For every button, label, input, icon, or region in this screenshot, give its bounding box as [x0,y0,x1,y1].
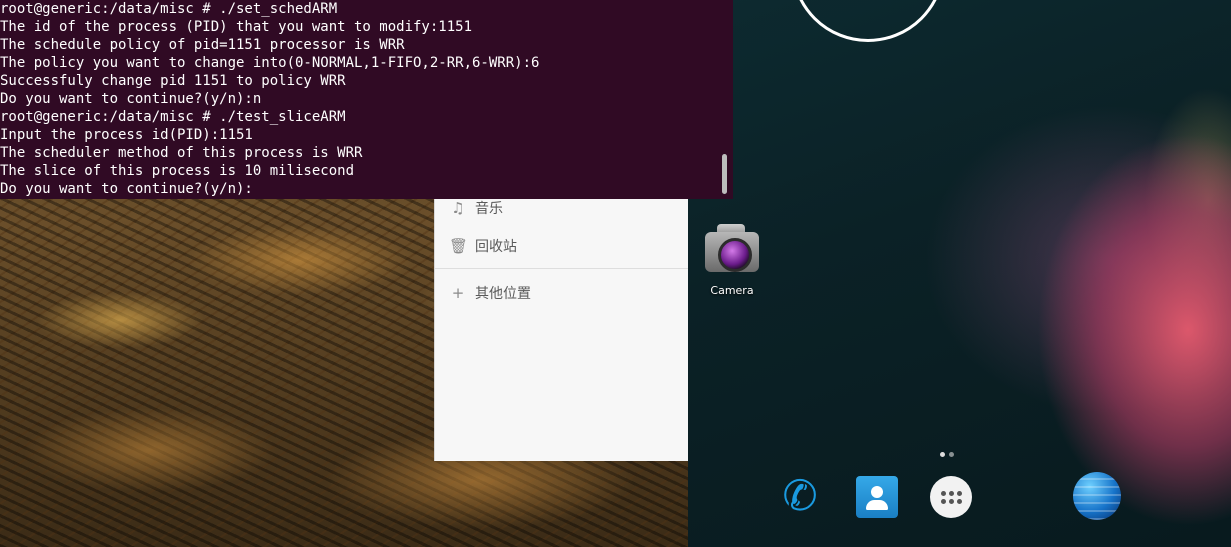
terminal-line: The scheduler method of this process is … [0,145,363,161]
page-indicator [940,452,954,457]
sidebar-divider [435,268,689,269]
browser-icon[interactable] [1073,472,1121,520]
terminal-line: Input the process id(PID):1151 [0,127,253,143]
camera-label: Camera [710,284,754,297]
contacts-icon[interactable] [856,476,898,518]
sidebar-item-trash[interactable]: 🗑 回收站 [449,234,517,258]
terminal-line: Successfuly change pid 1151 to policy WR… [0,73,346,89]
terminal-line: The id of the process (PID) that you wan… [0,19,473,35]
file-manager-sidebar: ♫ 音乐 🗑 回收站 + 其他位置 [434,180,689,461]
terminal-line: root@generic:/data/misc # ./test_sliceAR… [0,109,346,125]
sidebar-item-music[interactable]: ♫ 音乐 [449,196,503,220]
clock-widget[interactable] [791,0,945,42]
terminal-scrollbar[interactable] [722,154,727,194]
sidebar-item-label: 音乐 [475,201,503,217]
sidebar-item-label: 回收站 [475,239,517,255]
plus-icon: + [451,284,465,302]
music-note-icon: ♫ [451,199,465,217]
camera-app-shortcut[interactable]: Camera [700,222,764,297]
app-drawer-icon[interactable] [930,476,972,518]
terminal-line: Do you want to continue?(y/n): [0,181,253,197]
sidebar-item-other-locations[interactable]: + 其他位置 [449,281,531,305]
terminal-line: The policy you want to change into(0-NOR… [0,55,540,71]
camera-icon [703,222,761,276]
phone-icon[interactable]: ✆ [776,472,824,520]
trash-icon: 🗑 [449,237,469,255]
terminal-line: The schedule policy of pid=1151 processo… [0,37,405,53]
android-emulator-screen[interactable]: Camera ✆ [688,0,1231,547]
sidebar-item-label: 其他位置 [475,286,531,302]
terminal-window[interactable]: root@generic:/data/misc # ./set_schedARM… [0,0,733,199]
terminal-line: root@generic:/data/misc # ./set_schedARM [0,1,338,17]
terminal-line: Do you want to continue?(y/n):n [0,91,262,107]
terminal-output: root@generic:/data/misc # ./set_schedARM… [0,0,539,198]
terminal-line: The slice of this process is 10 miliseco… [0,163,355,179]
